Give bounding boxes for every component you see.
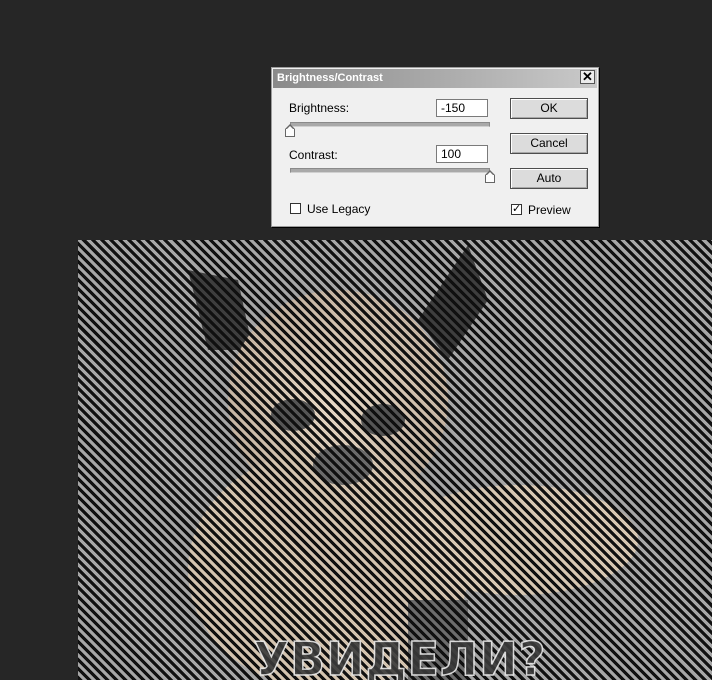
contrast-label: Contrast: xyxy=(289,148,338,162)
close-icon: ✕ xyxy=(582,69,593,84)
use-legacy-checkbox[interactable] xyxy=(290,203,301,214)
document-canvas[interactable]: УВИДЕЛИ? xyxy=(78,240,712,680)
contrast-slider-thumb[interactable] xyxy=(485,170,495,183)
preview-label[interactable]: Preview xyxy=(528,203,571,217)
preview-checkbox[interactable]: ✓ xyxy=(511,204,522,215)
brightness-input[interactable] xyxy=(436,99,488,117)
close-button[interactable]: ✕ xyxy=(580,70,595,84)
checkmark-icon: ✓ xyxy=(512,203,522,215)
dialog-titlebar[interactable]: Brightness/Contrast xyxy=(273,69,597,88)
auto-button[interactable]: Auto xyxy=(510,168,588,189)
dialog-title: Brightness/Contrast xyxy=(277,72,383,84)
brightness-slider-track[interactable] xyxy=(290,122,490,127)
cancel-button[interactable]: Cancel xyxy=(510,133,588,154)
diagonal-stripe-overlay xyxy=(78,240,712,680)
contrast-input[interactable] xyxy=(436,145,488,163)
brightness-slider-thumb[interactable] xyxy=(285,124,295,137)
image-caption: УВИДЕЛИ? xyxy=(253,631,547,680)
ok-button[interactable]: OK xyxy=(510,98,588,119)
contrast-slider-track[interactable] xyxy=(290,168,490,173)
use-legacy-label[interactable]: Use Legacy xyxy=(307,202,370,216)
brightness-contrast-dialog: Brightness/Contrast ✕ Brightness: Contra… xyxy=(271,67,599,227)
brightness-label: Brightness: xyxy=(289,101,350,115)
